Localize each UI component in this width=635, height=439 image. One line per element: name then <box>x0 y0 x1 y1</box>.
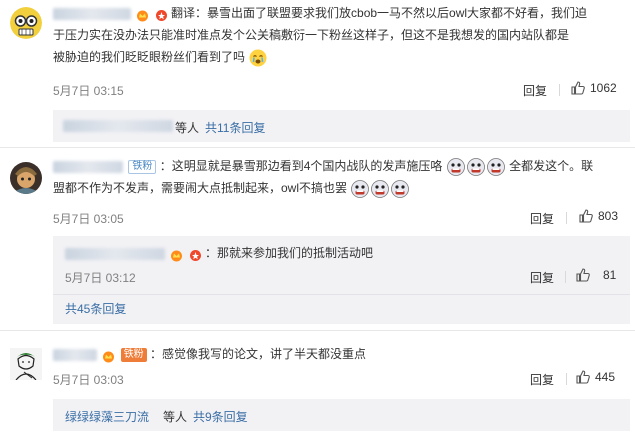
thread-user-link[interactable]: 绿绿绿藻三刀流 <box>65 408 149 425</box>
like-button[interactable]: 1062 <box>570 80 617 96</box>
reply-button[interactable]: 回复 <box>530 371 554 388</box>
comment-3: 铁粉 ：感觉像我写的论文，讲了半天都没重点 5月7日 03:03 回复 445 … <box>0 331 635 439</box>
comment-time: 5月7日 03:03 <box>53 373 124 387</box>
view-replies-link[interactable]: 共45条回复 <box>65 300 126 317</box>
comment-line: 全都发这个。联 <box>509 159 594 173</box>
character-avatar-icon <box>10 162 42 194</box>
username[interactable] <box>53 160 123 173</box>
avatar[interactable] <box>10 7 42 39</box>
fan-badge-icon <box>189 247 202 262</box>
grimace-emoji-icon <box>466 157 485 176</box>
comment-line: ：这明显就是暴雪那边看到4个国内战队的发声施压咯 <box>159 159 443 173</box>
comment-time: 5月7日 03:15 <box>53 84 124 98</box>
crown-icon <box>170 247 183 262</box>
reply-button[interactable]: 回复 <box>523 82 547 99</box>
like-button[interactable]: 81 <box>575 267 616 283</box>
avatar[interactable] <box>10 348 42 380</box>
reply-thread-box: ：那就来参加我们的抵制活动吧 5月7日 03:12 回复 81 共45条回复 <box>53 236 630 324</box>
thumbs-up-icon <box>576 268 590 282</box>
crown-icon <box>136 7 149 22</box>
thumbs-up-icon <box>571 81 585 95</box>
comment-line: 被胁迫的我们眨眨眼粉丝们看到了吗 <box>53 50 246 64</box>
like-count: 445 <box>595 370 616 384</box>
divider <box>566 212 567 224</box>
thread-user-avatar[interactable] <box>63 120 173 132</box>
like-button[interactable]: 445 <box>575 369 615 385</box>
comment-text: 铁粉 ：感觉像我写的论文，讲了半天都没重点 <box>53 343 623 365</box>
username[interactable] <box>53 348 97 361</box>
grimace-emoji-icon <box>486 157 505 176</box>
reply-text: ：那就来参加我们的抵制活动吧 <box>205 246 374 260</box>
view-replies-link[interactable]: 共11条回复 <box>205 119 265 136</box>
crown-icon <box>102 348 115 363</box>
avatar[interactable] <box>10 162 42 194</box>
fan-badge: 铁粉 <box>128 159 157 174</box>
divider <box>559 84 560 96</box>
reply-thread-box: 绿绿绿藻三刀流 等人 共9条回复 <box>53 399 630 431</box>
comment-line: ：感觉像我写的论文，讲了半天都没重点 <box>150 347 367 361</box>
thread-suffix: 等人 <box>175 121 200 135</box>
username[interactable] <box>65 247 165 260</box>
nested-reply: ：那就来参加我们的抵制活动吧 <box>65 242 373 264</box>
comment-line: 翻译：暴雪出面了联盟要求我们放cbob一马不然以后owl大家都不好看，我们迫 <box>171 6 588 20</box>
fan-badge: 铁粉 <box>120 347 147 362</box>
grimace-emoji-icon <box>351 179 370 198</box>
fan-badge-icon <box>155 7 168 22</box>
view-replies-link[interactable]: 共9条回复 <box>193 408 248 425</box>
comment-2: 铁粉 ：这明显就是暴雪那边看到4个国内战队的发声施压咯 全都发这个。联 盟都不作… <box>0 148 635 328</box>
thread-suffix: 等人 <box>163 410 188 424</box>
grimace-emoji-icon <box>391 179 410 198</box>
like-button[interactable]: 803 <box>578 208 618 224</box>
comment-text: 铁粉 ：这明显就是暴雪那边看到4个国内战队的发声施压咯 全都发这个。联 盟都不作… <box>53 155 628 199</box>
grimace-emoji-icon <box>446 157 465 176</box>
reply-thread-box: 等人 共11条回复 <box>53 110 630 142</box>
comment-line: 盟都不作为不发声，需要闹大点抵制起来，owl不搞也罢 <box>53 181 348 195</box>
divider <box>565 271 566 283</box>
owl-avatar-icon <box>10 7 42 39</box>
username[interactable] <box>53 7 131 20</box>
divider <box>566 373 567 385</box>
comment-time: 5月7日 03:05 <box>53 212 124 226</box>
divider <box>53 294 630 295</box>
reply-button[interactable]: 回复 <box>530 269 554 286</box>
comment-text: 翻译：暴雪出面了联盟要求我们放cbob一马不然以后owl大家都不好看，我们迫 于… <box>53 2 623 68</box>
thumbs-up-icon <box>579 209 593 223</box>
grimace-emoji-icon <box>371 179 390 198</box>
like-count: 803 <box>598 209 619 223</box>
like-count: 1062 <box>590 81 617 95</box>
thumbs-up-icon <box>576 370 590 384</box>
sketch-avatar-icon <box>10 348 42 380</box>
reply-button[interactable]: 回复 <box>530 210 554 227</box>
reply-time: 5月7日 03:12 <box>65 271 136 285</box>
like-count: 81 <box>603 268 617 282</box>
crying-emoji-icon <box>249 49 267 67</box>
comment-1: 翻译：暴雪出面了联盟要求我们放cbob一马不然以后owl大家都不好看，我们迫 于… <box>0 0 635 142</box>
comment-line: 于压力实在没办法只能准时准点发个公关稿敷衍一下粉丝这样子，但这不是我想发的国内站… <box>53 28 570 42</box>
